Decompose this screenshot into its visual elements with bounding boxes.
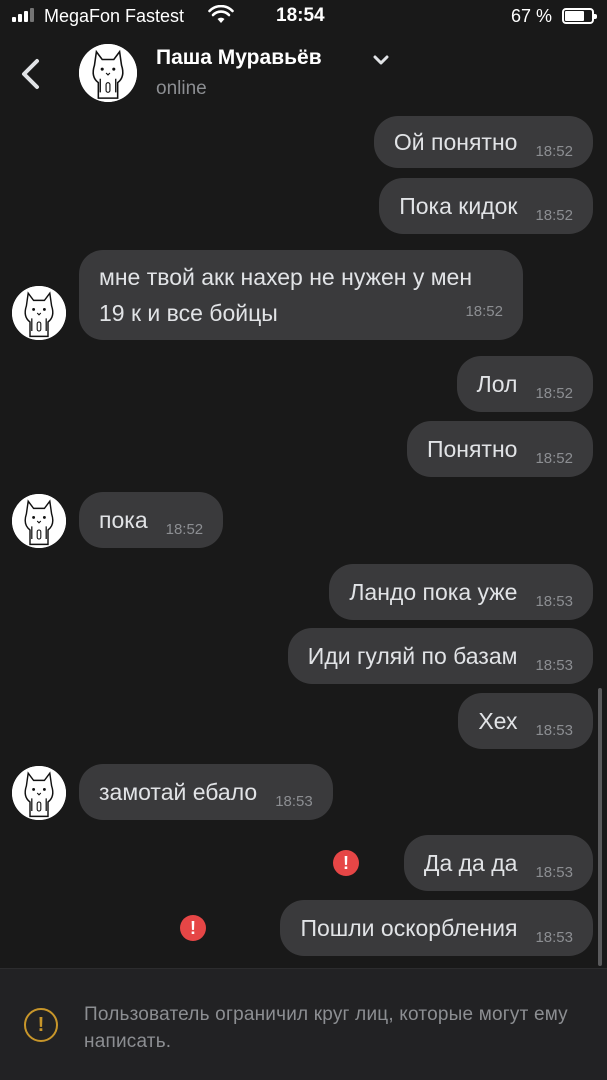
message-text: замотай ебало [99,779,258,805]
message-text: Хех [478,708,518,734]
message-time: 18:53 [535,657,573,674]
cat-avatar-icon [12,766,66,820]
message-text: Да да да [423,850,518,876]
message-text: Понятно [426,436,518,462]
chevron-down-icon[interactable] [372,54,390,66]
chat-header: Паша Муравьёв online [0,34,607,116]
cat-avatar-icon [12,286,66,340]
outgoing-message[interactable]: Лол 18:52 [456,356,593,412]
message-time: 18:52 [165,521,204,538]
outgoing-message[interactable]: Понятно 18:52 [406,421,593,477]
carrier-name: MegaFon Fastest [44,6,185,26]
outgoing-message[interactable]: Хех 18:53 [458,693,593,749]
message-text: пока [99,507,148,533]
message-text: Лол [476,371,518,397]
error-icon[interactable]: ! [333,850,359,876]
outgoing-message[interactable]: Ой понятно 18:52 [373,116,593,168]
sender-avatar[interactable] [12,494,66,548]
contact-avatar[interactable] [79,44,137,102]
contact-status: online [156,78,207,99]
battery-percent: 67 % [511,6,553,26]
battery-fill [565,11,584,21]
status-time: 18:54 [276,5,325,26]
message-time: 18:52 [535,143,573,160]
message-text: Ой понятно [393,129,518,155]
signal-icon [12,8,40,22]
message-time: 18:53 [535,593,573,610]
battery-icon [562,8,597,24]
cat-avatar-icon [79,44,137,102]
restriction-text: Пользователь ограничил круг лиц, которые… [84,1004,568,1052]
incoming-message[interactable]: замотай ебало 18:53 [79,764,333,820]
message-text: Ландо пока уже [349,579,518,605]
message-time: 18:52 [465,303,503,320]
incoming-message[interactable]: мне твой акк нахер не нужен у мен 19 к и… [79,250,523,340]
scrollbar[interactable] [598,688,602,966]
error-icon[interactable]: ! [180,915,206,941]
message-time: 18:52 [535,385,573,402]
contact-name[interactable]: Паша Муравьёв [156,46,322,70]
cat-avatar-icon [12,494,66,548]
sender-avatar[interactable] [12,766,66,820]
wifi-icon [208,5,234,23]
outgoing-message[interactable]: Пока кидок 18:52 [379,178,593,234]
outgoing-message[interactable]: Пошли оскорбления 18:53 [280,900,593,956]
message-time: 18:52 [535,207,573,224]
message-time: 18:53 [275,793,313,810]
warning-icon: ! [24,1008,58,1042]
outgoing-message[interactable]: Да да да 18:53 [403,835,593,891]
message-text: мне твой акк нахер не нужен у мен 19 к и… [99,264,473,326]
sender-avatar[interactable] [12,286,66,340]
message-time: 18:52 [535,450,573,467]
incoming-message[interactable]: пока 18:52 [79,492,224,548]
outgoing-message[interactable]: Ландо пока уже 18:53 [329,564,593,620]
message-time: 18:53 [535,722,573,739]
message-text: Пока кидок [399,193,518,219]
message-text: Пошли оскорбления [300,915,518,941]
message-time: 18:53 [535,864,573,881]
outgoing-message[interactable]: Иди гуляй по базам 18:53 [287,628,593,684]
restriction-notice: ! Пользователь ограничил круг лиц, котор… [0,968,607,1080]
back-arrow-icon[interactable] [16,56,46,92]
message-time: 18:53 [535,929,573,946]
status-bar: MegaFon Fastest 18:54 67 % [0,0,607,34]
message-text: Иди гуляй по базам [307,643,518,669]
